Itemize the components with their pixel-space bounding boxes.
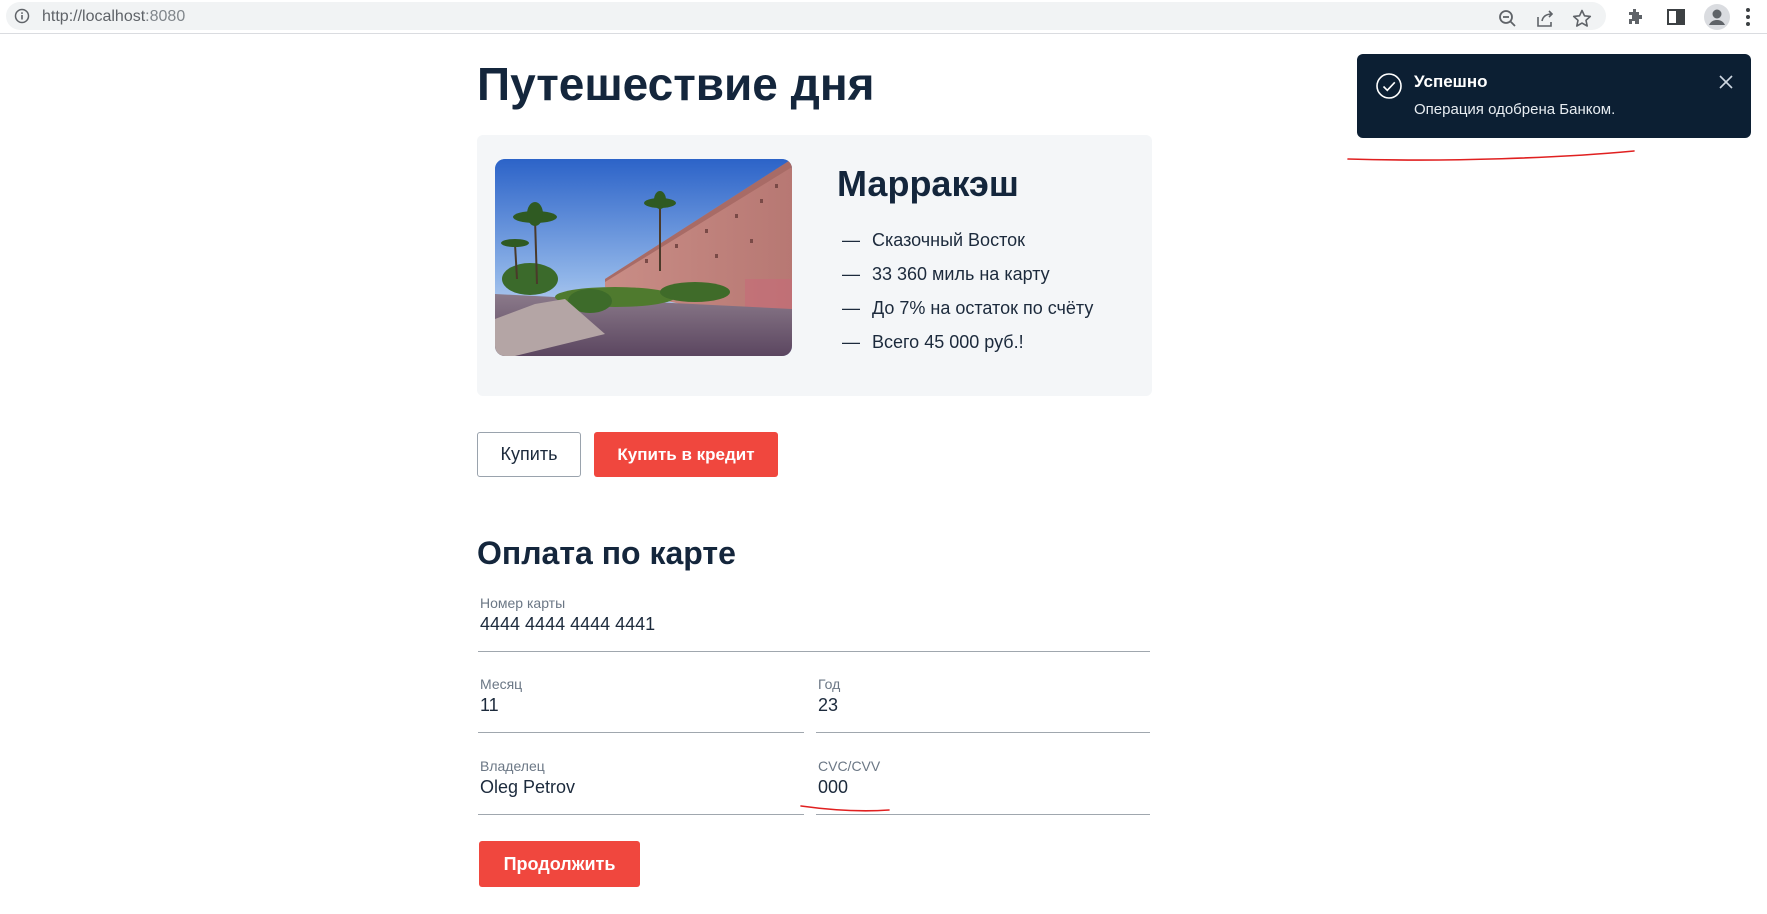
- address-bar[interactable]: http://localhost:8080: [6, 2, 1606, 30]
- dash: —: [842, 298, 860, 318]
- city-name: Марракэш: [837, 163, 1019, 204]
- trip-feature: — Сказочный Восток: [842, 223, 1093, 257]
- buy-credit-button[interactable]: Купить в кредит: [594, 432, 778, 477]
- url-host: http://localhost: [42, 8, 146, 25]
- side-panel-icon[interactable]: [1664, 5, 1688, 29]
- url-text[interactable]: http://localhost:8080: [42, 8, 185, 26]
- bookmark-star-icon[interactable]: [1570, 7, 1594, 31]
- buy-button[interactable]: Купить: [477, 432, 581, 477]
- trip-feature: — До 7% на остаток по счёту: [842, 291, 1093, 325]
- trip-card: Марракэш — Сказочный Восток — 33 360 миль …: [477, 135, 1152, 396]
- month-field[interactable]: Месяц 11: [478, 676, 804, 733]
- trip-photo: [495, 159, 792, 356]
- trip-feature: — 33 360 миль на карту: [842, 257, 1093, 291]
- owner-label: Владелец: [480, 758, 545, 774]
- trip-feature: — Всего 45 000 руб.!: [842, 325, 1093, 359]
- feature-text: 33 360 миль на карту: [872, 264, 1050, 284]
- feature-text: Сказочный Восток: [872, 230, 1025, 250]
- notification-text: Операция одобрена Банком.: [1414, 101, 1616, 118]
- browser-toolbar: http://localhost:8080: [0, 0, 1767, 34]
- month-label: Месяц: [480, 676, 523, 692]
- year-field[interactable]: Год 23: [816, 676, 1150, 733]
- menu-icon[interactable]: [1742, 5, 1754, 29]
- card-number-field[interactable]: Номер карты 4444 4444 4444 4441: [478, 595, 1150, 652]
- dash: —: [842, 332, 860, 352]
- cvc-field[interactable]: CVC/CVV 000: [816, 758, 1150, 815]
- notification-title: Успешно: [1414, 72, 1488, 91]
- trip-features-list: — Сказочный Восток —33 360 миль на карту …: [842, 223, 1093, 359]
- month-input[interactable]: 11: [480, 695, 499, 716]
- feature-text: До 7% на остаток по счёту: [872, 298, 1094, 318]
- site-info-icon[interactable]: [14, 8, 30, 24]
- dash: —: [842, 264, 860, 284]
- close-icon[interactable]: [1715, 71, 1737, 93]
- card-number-label: Номер карты: [480, 595, 566, 611]
- cvc-label: CVC/CVV: [818, 758, 881, 774]
- owner-input[interactable]: Oleg Petrov: [480, 777, 575, 798]
- page-title: Путешествие дня: [477, 58, 875, 110]
- card-number-input[interactable]: 4444 4444 4444 4441: [480, 614, 655, 635]
- url-port: :8080: [145, 8, 186, 25]
- owner-field[interactable]: Владелец Oleg Petrov: [478, 758, 804, 815]
- profile-icon[interactable]: [1704, 4, 1730, 30]
- dash: —: [842, 230, 860, 250]
- check-circle-icon: [1375, 72, 1403, 100]
- annotation-underline-notification: [1347, 150, 1635, 161]
- payment-section-title: Оплата по карте: [477, 535, 736, 571]
- continue-button[interactable]: Продолжить: [479, 841, 640, 887]
- year-input[interactable]: 23: [818, 695, 838, 716]
- cvc-input[interactable]: 000: [818, 777, 848, 798]
- feature-text: Всего 45 000 руб.!: [872, 332, 1024, 352]
- success-notification: Успешно Операция одобрена Банком.: [1357, 54, 1751, 138]
- zoom-out-icon[interactable]: [1496, 7, 1520, 31]
- year-label: Год: [818, 676, 841, 692]
- share-icon[interactable]: [1533, 7, 1557, 31]
- extensions-icon[interactable]: [1624, 5, 1648, 29]
